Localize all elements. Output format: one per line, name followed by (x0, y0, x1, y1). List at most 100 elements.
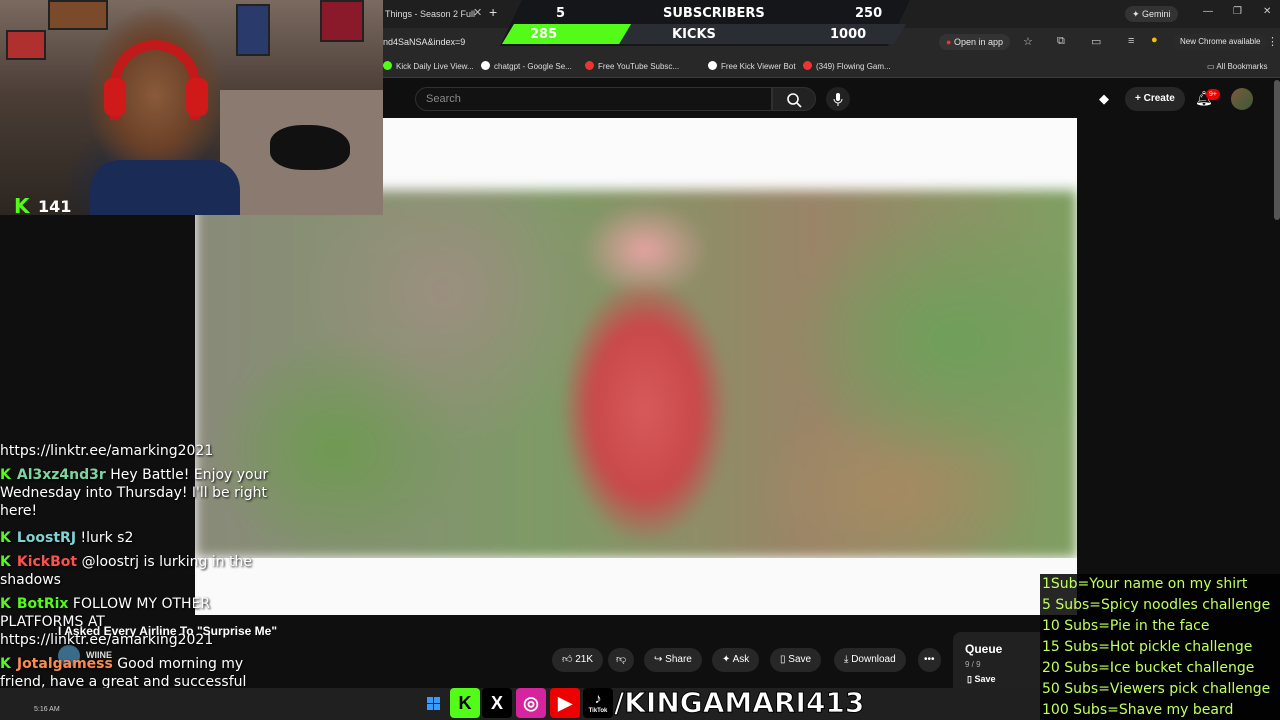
minimize-icon[interactable]: — (1203, 6, 1213, 17)
share-icon: ↪ (654, 654, 666, 665)
kick-icon (383, 61, 392, 70)
streamer-handle: /KINGAMARI413 (613, 686, 865, 720)
share-button[interactable]: ↪ Share (644, 648, 702, 672)
kick-badge-icon: K (0, 554, 11, 570)
like-button[interactable]: 👍︎ 21K (552, 648, 604, 672)
open-in-app-label: Open in app (953, 37, 1003, 47)
download-button[interactable]: ⤓ Download (834, 648, 906, 672)
queue-icon[interactable]: ≡ (1128, 35, 1134, 47)
youtube-icon: ▶ (550, 688, 580, 718)
youtube-icon (803, 61, 812, 70)
wallet-icon[interactable]: ● (1151, 34, 1158, 46)
kicks-label: KICKS (672, 27, 716, 42)
google-icon (708, 61, 717, 70)
wall-poster (48, 0, 108, 30)
dislike-button[interactable]: 👎︎ (608, 648, 635, 672)
microphone-icon (833, 93, 843, 106)
youtube-icon: ● (946, 37, 952, 47)
gem-icon[interactable]: ◆ (1099, 91, 1109, 107)
google-icon (481, 61, 490, 70)
sidebar-area (1077, 118, 1280, 578)
kicks-progress-fill (502, 24, 631, 44)
bookmark-item[interactable]: Kick Daily Live View... (383, 56, 474, 78)
save-button[interactable]: ▯ Save (770, 648, 822, 672)
sub-goal-item: 10 Subs=Pie in the face (1042, 618, 1210, 634)
tab-close-icon[interactable]: ✕ (473, 6, 482, 19)
bookmarks-bar: Kick Daily Live View... chatgpt - Google… (383, 56, 1280, 78)
close-window-icon[interactable]: ✕ (1263, 6, 1271, 17)
kicks-target: 1000 (830, 27, 867, 42)
subscribers-label: SUBSCRIBERS (663, 6, 765, 21)
webcam-overlay: K 141 (0, 0, 383, 215)
sub-goal-item: 1Sub=Your name on my shirt (1042, 576, 1248, 592)
create-button[interactable]: + Create (1125, 87, 1185, 111)
open-in-app-button[interactable]: ● Open in app (939, 34, 1010, 50)
bookmark-item[interactable]: (349) Flowing Gam... (803, 56, 891, 78)
sub-goals-panel: 1Sub=Your name on my shirt 5 Subs=Spicy … (1040, 574, 1280, 720)
queue-panel[interactable]: Queue 9 / 9 ▯ Save (953, 632, 1043, 692)
bookmark-item[interactable]: Free YouTube Subsc... (585, 56, 679, 78)
bookmark-item[interactable]: Free Kick Viewer Bot (708, 56, 796, 78)
chat-username: LoostRJ (16, 530, 77, 546)
url-text[interactable]: nd4SaNSA&index=9 (383, 28, 465, 56)
kick-badge-icon: K (0, 467, 11, 483)
new-chrome-available-button[interactable]: New Chrome available (1173, 34, 1268, 50)
chat-text: !lurk s2 (80, 530, 134, 546)
kick-badge-icon: K (0, 530, 11, 546)
share-label: Share (665, 654, 692, 665)
ask-button[interactable]: ✦ Ask (712, 648, 760, 672)
sub-goal-item: 5 Subs=Spicy noodles challenge (1042, 597, 1271, 613)
extensions-icon[interactable]: ⧉ (1057, 35, 1065, 48)
voice-search-button[interactable] (826, 87, 850, 111)
create-label: Create (1143, 93, 1175, 104)
sub-goal-item: 15 Subs=Hot pickle challenge (1042, 639, 1253, 655)
restore-icon[interactable]: ❐ (1233, 6, 1242, 17)
windows-start-icon[interactable] (427, 697, 441, 711)
screen: Things - Season 2 Full ✕ + ✦ Gemini — ❐ … (0, 0, 1280, 720)
ask-label: Ask (732, 654, 750, 665)
bookmark-item[interactable]: chatgpt - Google Se... (481, 56, 572, 78)
queue-save-button[interactable]: ▯ Save (967, 674, 995, 685)
chat-text: https://linktr.ee/amarking2021 (0, 443, 214, 459)
new-tab-icon[interactable]: + (489, 4, 497, 20)
all-bookmarks[interactable]: ▭ All Bookmarks (1207, 56, 1267, 78)
thumbs-down-icon: 👎︎ (616, 654, 627, 665)
streamer-shirt (90, 160, 240, 215)
video-frame-bottom (195, 558, 1077, 615)
tiktok-label: TikTok (588, 708, 608, 714)
bookmark-label: Free Kick Viewer Bot (721, 62, 796, 71)
folder-icon: ▭ (1207, 62, 1217, 71)
gemini-button[interactable]: ✦ Gemini (1125, 6, 1178, 22)
chat-username: BotRix (16, 596, 69, 612)
headphone-earcup (186, 78, 208, 116)
more-icon: ••• (924, 654, 935, 665)
queue-title: Queue (965, 642, 1003, 656)
bookmark-star-icon[interactable]: ☆ (1023, 35, 1033, 48)
youtube-icon (585, 61, 594, 70)
notification-badge: 9+ (1206, 89, 1220, 100)
instagram-icon: ◎ (516, 688, 546, 718)
sparkle-icon: ✦ (722, 654, 733, 665)
cast-icon[interactable]: ▭ (1091, 35, 1101, 48)
bookmark-label: Free YouTube Subsc... (598, 62, 680, 71)
avatar[interactable] (1231, 88, 1253, 110)
more-actions-button[interactable]: ••• (918, 648, 941, 672)
chat-message: https://linktr.ee/amarking2021 (0, 442, 270, 460)
search-input[interactable]: Search (415, 87, 772, 111)
page-scrollbar[interactable] (1274, 80, 1280, 220)
chat-message: K BotRix FOLLOW MY OTHER PLATFORMS AT htt… (0, 595, 270, 649)
youtube-header: Search ◆ + Create 🔔︎ 9+ (383, 79, 1280, 119)
menu-dots-icon[interactable]: ⋮ (1267, 35, 1278, 48)
browser-tab[interactable]: Things - Season 2 Full (383, 0, 483, 28)
sub-goal-item: 100 Subs=Shave my beard (1042, 702, 1234, 718)
chat-message: K Al3xz4nd3r Hey Battle! Enjoy your Wedne… (0, 466, 270, 520)
video-frame (195, 190, 1077, 558)
wall-poster (236, 4, 270, 56)
sub-goal-item: 20 Subs=Ice bucket challenge (1042, 660, 1255, 676)
search-button[interactable] (772, 87, 816, 111)
kick-badge-icon: K (0, 596, 11, 612)
x-icon: X (482, 688, 512, 718)
gemini-label: Gemini (1142, 9, 1171, 19)
search-icon (787, 93, 802, 108)
chat-message: K LoostRJ !lurk s2 (0, 529, 270, 547)
